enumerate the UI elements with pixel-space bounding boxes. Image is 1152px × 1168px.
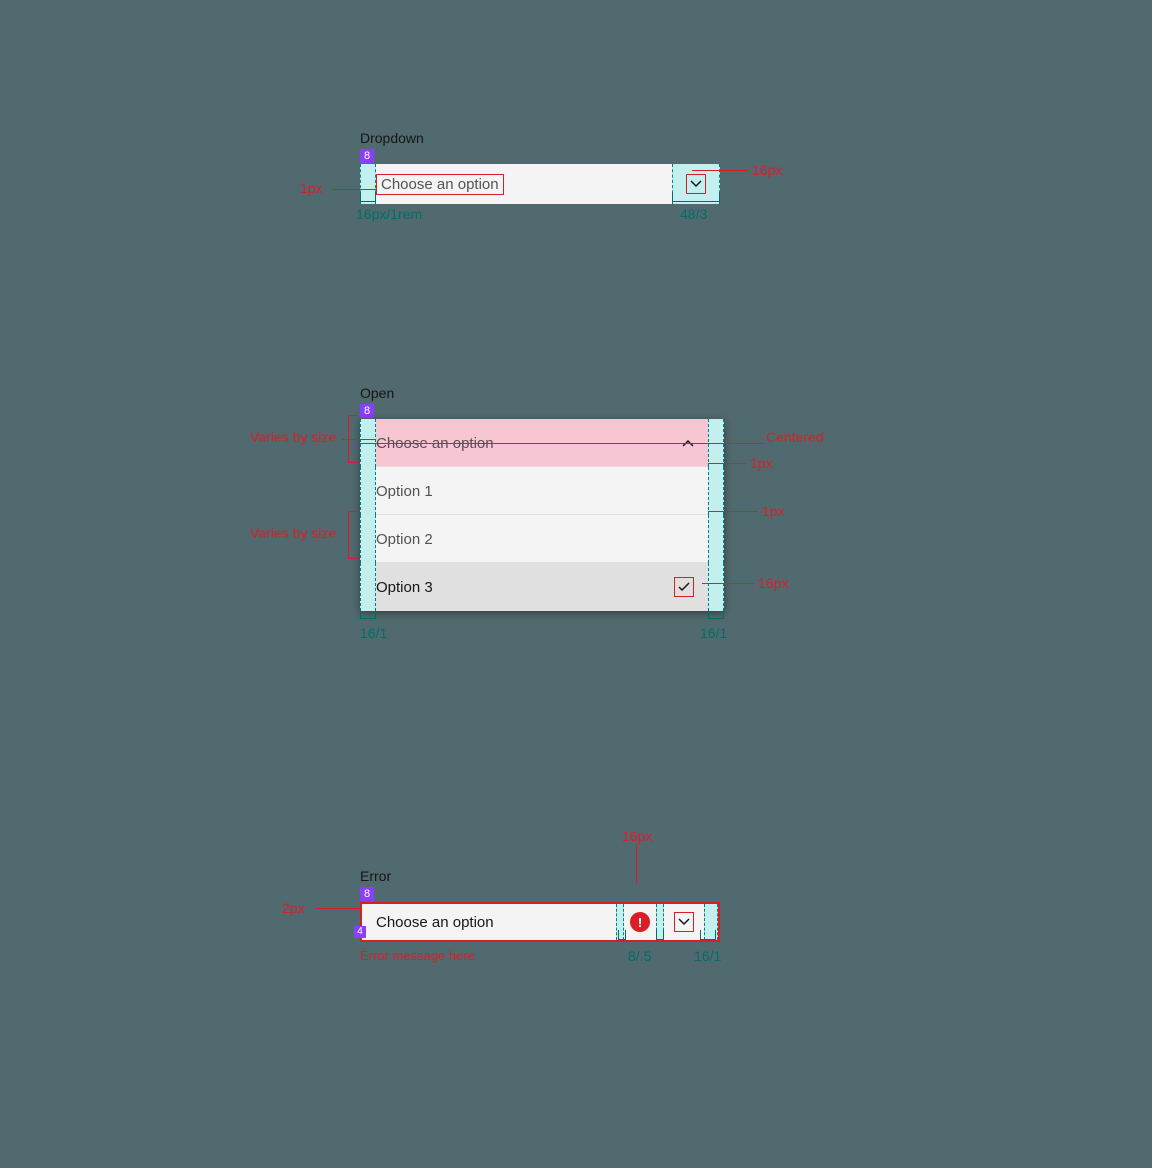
anno-icon-size: 16px [752, 162, 782, 178]
dropdown-open-spec: Open 8 Choose an option Option 1 Option … [360, 385, 724, 611]
dropdown-field[interactable]: Choose an option [360, 164, 720, 204]
anno-bracket [360, 192, 376, 202]
anno-line [332, 189, 376, 190]
anno-divider-2: 1px [762, 503, 785, 519]
spacing-badge: 8 [360, 887, 374, 901]
anno-warn-icon-size: 16px [622, 828, 652, 844]
dropdown-option[interactable]: Option 1 [360, 467, 724, 515]
spacing-badge-small: 4 [354, 926, 366, 938]
option-label: Option 3 [376, 579, 674, 596]
chevron-down-icon [686, 174, 706, 194]
dropdown-placeholder: Choose an option [362, 914, 616, 931]
dropdown-closed-spec: Dropdown 8 Choose an option 1px 16px 16p… [360, 130, 720, 204]
section-title: Dropdown [360, 130, 720, 146]
error-message: Error message here [360, 948, 720, 963]
spacing-badge: 8 [360, 404, 374, 418]
dropdown-error-spec: Error 8 Choose an option ! 4 Error messa… [360, 868, 720, 963]
dropdown-field-error[interactable]: Choose an option ! [360, 902, 720, 942]
dropdown-placeholder: Choose an option [376, 174, 504, 195]
anno-right-padding: 48/3 [680, 206, 707, 222]
anno-divider: 1px [750, 455, 773, 471]
anno-border-width: 2px [282, 900, 305, 916]
anno-border-width: 1px [300, 180, 323, 196]
dropdown-option[interactable]: Option 2 [360, 515, 724, 563]
option-label: Option 1 [376, 483, 708, 500]
section-title: Open [360, 385, 724, 401]
anno-check-size: 16px [758, 575, 788, 591]
anno-line [692, 170, 748, 171]
spacing-badge: 8 [360, 149, 374, 163]
anno-gap-large: 16/1 [694, 948, 721, 964]
error-icon: ! [630, 912, 650, 932]
anno-centered: Centered [766, 429, 824, 445]
anno-line [360, 443, 764, 444]
section-title: Error [360, 868, 720, 884]
anno-pad-right: 16/1 [700, 625, 727, 641]
anno-row-height: Varies by size [250, 525, 336, 541]
dropdown-header[interactable]: Choose an option [360, 419, 724, 467]
anno-bracket [348, 511, 358, 559]
anno-left-padding: 16px/1rem [356, 206, 422, 222]
chevron-down-icon [674, 912, 694, 932]
anno-header-height: Varies by size [250, 429, 336, 445]
checkmark-icon [674, 577, 694, 597]
option-label: Option 2 [376, 531, 708, 548]
anno-bracket [672, 192, 720, 202]
dropdown-option-selected[interactable]: Option 3 [360, 563, 724, 611]
dropdown-menu[interactable]: Choose an option Option 1 Option 2 Opti [360, 419, 724, 611]
anno-gap-small: 8/.5 [628, 948, 651, 964]
anno-pad-left: 16/1 [360, 625, 387, 641]
